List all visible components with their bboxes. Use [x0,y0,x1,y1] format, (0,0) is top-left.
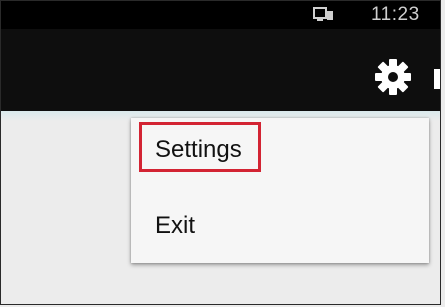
menu-item-exit-label: Exit [155,212,196,239]
action-bar [1,29,440,111]
menu-item-exit[interactable]: Exit [131,194,429,258]
overflow-menu: Settings Exit [131,118,429,263]
menu-item-settings-label: Settings [155,136,242,163]
menu-item-settings[interactable]: Settings [131,118,429,182]
status-bar: 11:23 [1,1,440,29]
status-clock: 11:23 [371,4,420,25]
edge-mark [434,69,440,89]
device-screen: 11:23 Settings Exit [0,0,441,305]
gear-icon[interactable] [373,57,413,97]
screen-cast-icon [313,7,335,23]
